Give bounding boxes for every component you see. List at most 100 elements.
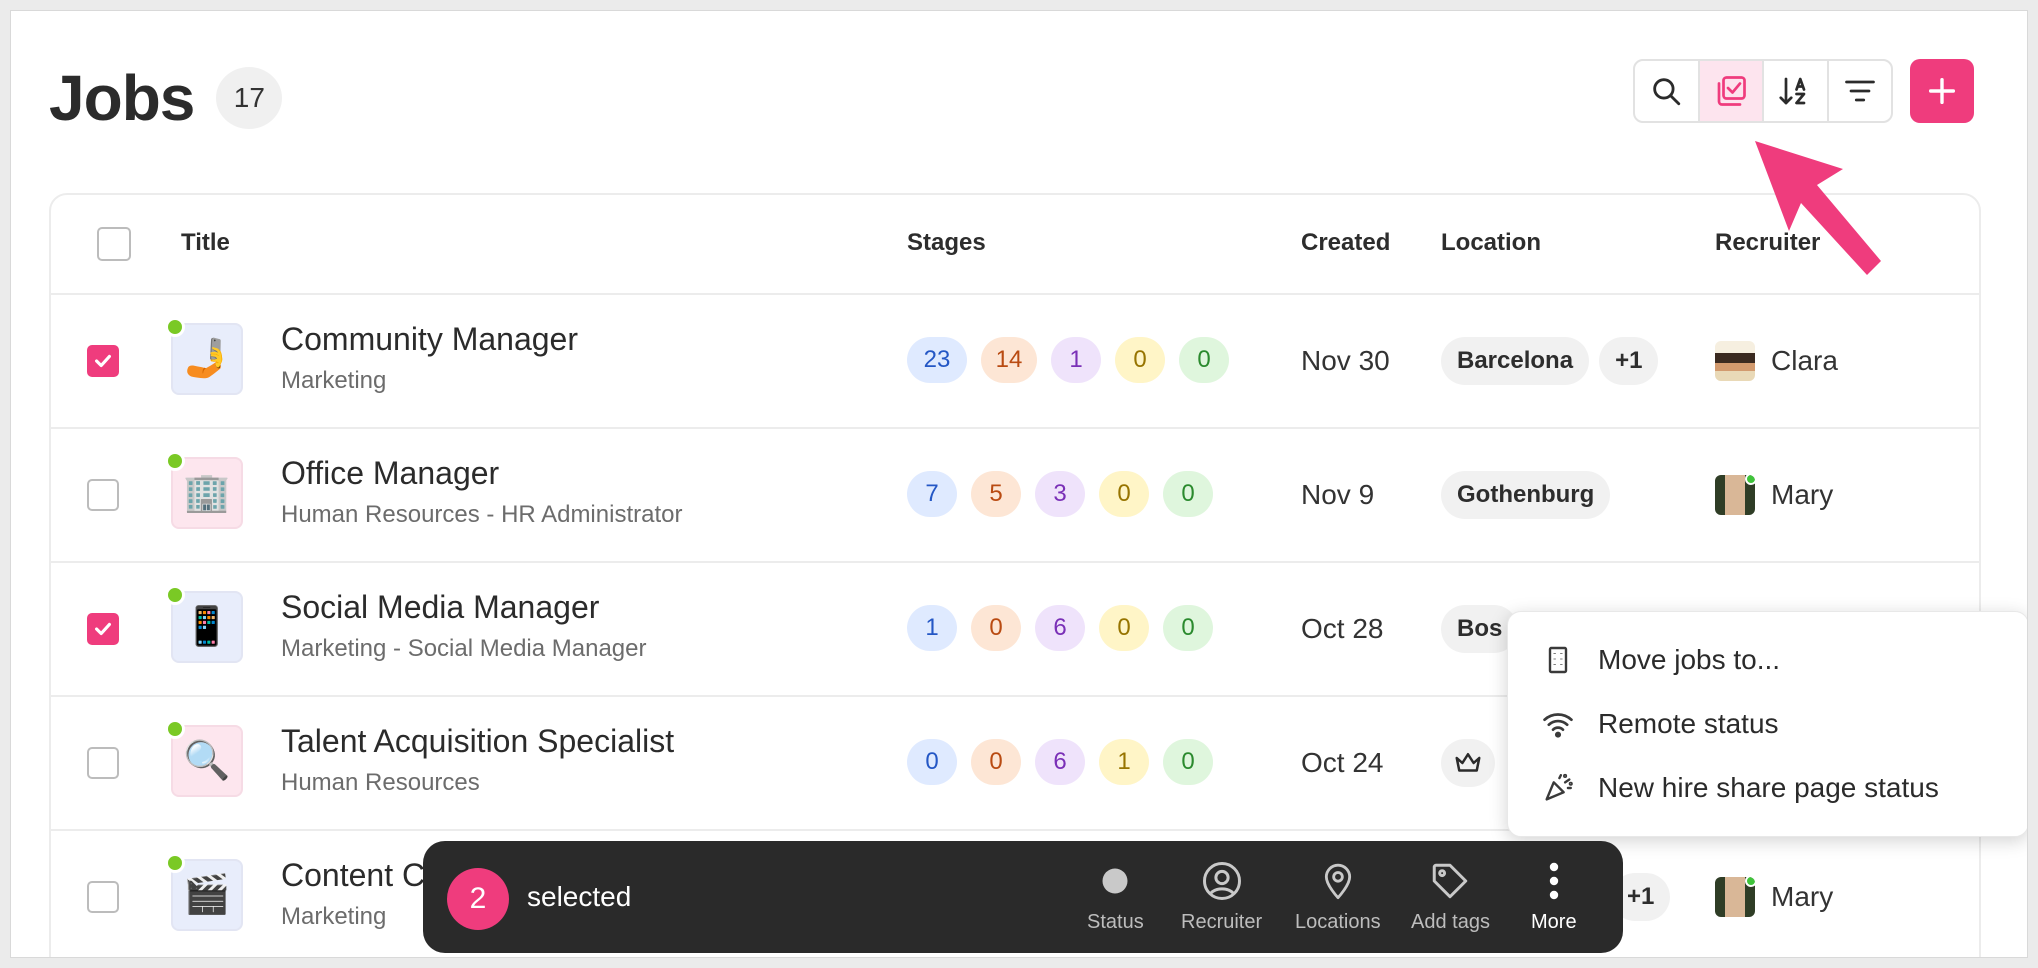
job-title[interactable]: Community Manager bbox=[281, 321, 578, 358]
stage-count: 0 bbox=[1163, 605, 1213, 651]
location-chips bbox=[1441, 739, 1505, 787]
stage-counts: 23 14 1 0 0 bbox=[907, 337, 1243, 383]
select-mode-button[interactable] bbox=[1699, 61, 1764, 121]
row-checkbox[interactable] bbox=[87, 881, 119, 913]
stage-count: 0 bbox=[907, 739, 957, 785]
stage-count: 1 bbox=[1051, 337, 1101, 383]
checkmark-icon bbox=[95, 354, 111, 368]
stage-count: 0 bbox=[1163, 739, 1213, 785]
map-pin-icon bbox=[1318, 859, 1358, 903]
search-button[interactable] bbox=[1635, 61, 1700, 121]
more-action-button[interactable]: More bbox=[1531, 859, 1577, 934]
job-title[interactable]: Social Media Manager bbox=[281, 589, 599, 626]
row-checkbox[interactable] bbox=[87, 479, 119, 511]
job-title[interactable]: Office Manager bbox=[281, 455, 499, 492]
job-title[interactable]: Talent Acquisition Specialist bbox=[281, 723, 674, 760]
action-label: Add tags bbox=[1411, 911, 1490, 933]
location-more-chip[interactable]: +1 bbox=[1599, 337, 1659, 385]
page-header: Jobs 17 bbox=[49, 61, 283, 135]
stage-count: 5 bbox=[971, 471, 1021, 517]
job-department: Human Resources bbox=[281, 769, 480, 796]
avatar bbox=[1715, 475, 1755, 515]
location-chips: Barcelona +1 bbox=[1441, 337, 1668, 385]
party-popper-icon bbox=[1538, 768, 1578, 808]
stage-count: 0 bbox=[971, 605, 1021, 651]
stage-count: 0 bbox=[971, 739, 1021, 785]
job-title[interactable]: Content C bbox=[281, 857, 425, 894]
row-checkbox[interactable] bbox=[87, 613, 119, 645]
table-header: Title Stages Created Location Recruiter bbox=[51, 195, 1979, 295]
menu-item-label: New hire share page status bbox=[1598, 772, 1939, 803]
column-header-title: Title bbox=[181, 229, 230, 256]
page-title: Jobs bbox=[49, 62, 195, 134]
recruiter-action-button[interactable]: Recruiter bbox=[1181, 859, 1262, 934]
created-date: Oct 24 bbox=[1301, 747, 1384, 778]
status-action-button[interactable]: Status bbox=[1087, 859, 1144, 934]
search-icon bbox=[1653, 78, 1681, 106]
stage-count: 6 bbox=[1035, 605, 1085, 651]
sort-az-icon bbox=[1779, 77, 1806, 105]
table-row[interactable]: 🤳 Community Manager Marketing 23 14 1 0 … bbox=[51, 295, 1979, 429]
add-job-button[interactable] bbox=[1910, 59, 1974, 123]
stage-count: 0 bbox=[1163, 471, 1213, 517]
action-label: Status bbox=[1087, 911, 1144, 933]
action-label: Recruiter bbox=[1181, 911, 1263, 933]
pointer-arrow-icon bbox=[1755, 141, 1881, 275]
more-actions-menu: Move jobs to... Remote status New hire s… bbox=[1507, 611, 2027, 837]
add-tags-action-button[interactable]: Add tags bbox=[1411, 859, 1490, 934]
toolbar bbox=[1633, 59, 1893, 123]
menu-item-remote-status[interactable]: Remote status bbox=[1538, 704, 1779, 744]
selected-label: selected bbox=[527, 881, 632, 912]
status-dot-icon bbox=[1100, 859, 1130, 903]
stage-count: 6 bbox=[1035, 739, 1085, 785]
bulk-action-bar: 2 selected Status Recruiter Locations Ad… bbox=[423, 841, 1623, 953]
location-chip: Barcelona bbox=[1441, 337, 1590, 385]
stage-count: 14 bbox=[981, 337, 1037, 383]
job-department: Marketing bbox=[281, 903, 387, 930]
stage-count: 1 bbox=[907, 605, 957, 651]
more-vertical-icon bbox=[1548, 859, 1560, 903]
select-checkbox-icon bbox=[1717, 76, 1746, 106]
job-active-indicator bbox=[165, 719, 185, 739]
selected-count-badge: 2 bbox=[447, 868, 509, 930]
plus-icon bbox=[1928, 77, 1956, 105]
stage-count: 0 bbox=[1099, 605, 1149, 651]
stage-count: 0 bbox=[1179, 337, 1229, 383]
menu-item-move-jobs[interactable]: Move jobs to... bbox=[1538, 640, 1780, 680]
recruiter-name: Mary bbox=[1771, 881, 1834, 912]
job-department: Marketing bbox=[281, 367, 387, 394]
location-chip bbox=[1441, 739, 1495, 787]
select-all-checkbox[interactable] bbox=[97, 227, 131, 261]
job-department: Marketing - Social Media Manager bbox=[281, 635, 647, 662]
menu-item-new-hire-share-status[interactable]: New hire share page status bbox=[1538, 768, 1939, 808]
filter-button[interactable] bbox=[1829, 61, 1892, 121]
tag-icon bbox=[1429, 859, 1471, 903]
online-indicator bbox=[1745, 475, 1755, 485]
recruiter-name: Clara bbox=[1771, 345, 1838, 376]
user-circle-icon bbox=[1201, 859, 1243, 903]
created-date: Oct 28 bbox=[1301, 613, 1384, 644]
stage-counts: 1 0 6 0 0 bbox=[907, 605, 1227, 651]
job-active-indicator bbox=[165, 451, 185, 471]
stage-counts: 7 5 3 0 0 bbox=[907, 471, 1227, 517]
table-row[interactable]: 🏢 Office Manager Human Resources - HR Ad… bbox=[51, 429, 1979, 563]
stage-count: 7 bbox=[907, 471, 957, 517]
row-checkbox[interactable] bbox=[87, 747, 119, 779]
wifi-icon bbox=[1538, 704, 1578, 744]
locations-action-button[interactable]: Locations bbox=[1295, 859, 1381, 934]
stage-count: 0 bbox=[1099, 471, 1149, 517]
row-checkbox[interactable] bbox=[87, 345, 119, 377]
recruiter: Clara bbox=[1715, 341, 1838, 381]
job-active-indicator bbox=[165, 853, 185, 873]
stage-count: 3 bbox=[1035, 471, 1085, 517]
created-date: Nov 30 bbox=[1301, 345, 1390, 376]
job-department: Human Resources - HR Administrator bbox=[281, 501, 683, 528]
jobs-count-badge: 17 bbox=[216, 67, 283, 129]
checkmark-icon bbox=[95, 622, 111, 636]
action-label: More bbox=[1531, 911, 1577, 933]
sort-button[interactable] bbox=[1764, 61, 1829, 121]
column-header-location: Location bbox=[1441, 229, 1541, 256]
building-icon bbox=[1538, 640, 1578, 680]
jobs-page: Jobs 17 Title Stages Created Location Re… bbox=[10, 10, 2028, 958]
location-chips: Gothenburg bbox=[1441, 471, 1620, 519]
